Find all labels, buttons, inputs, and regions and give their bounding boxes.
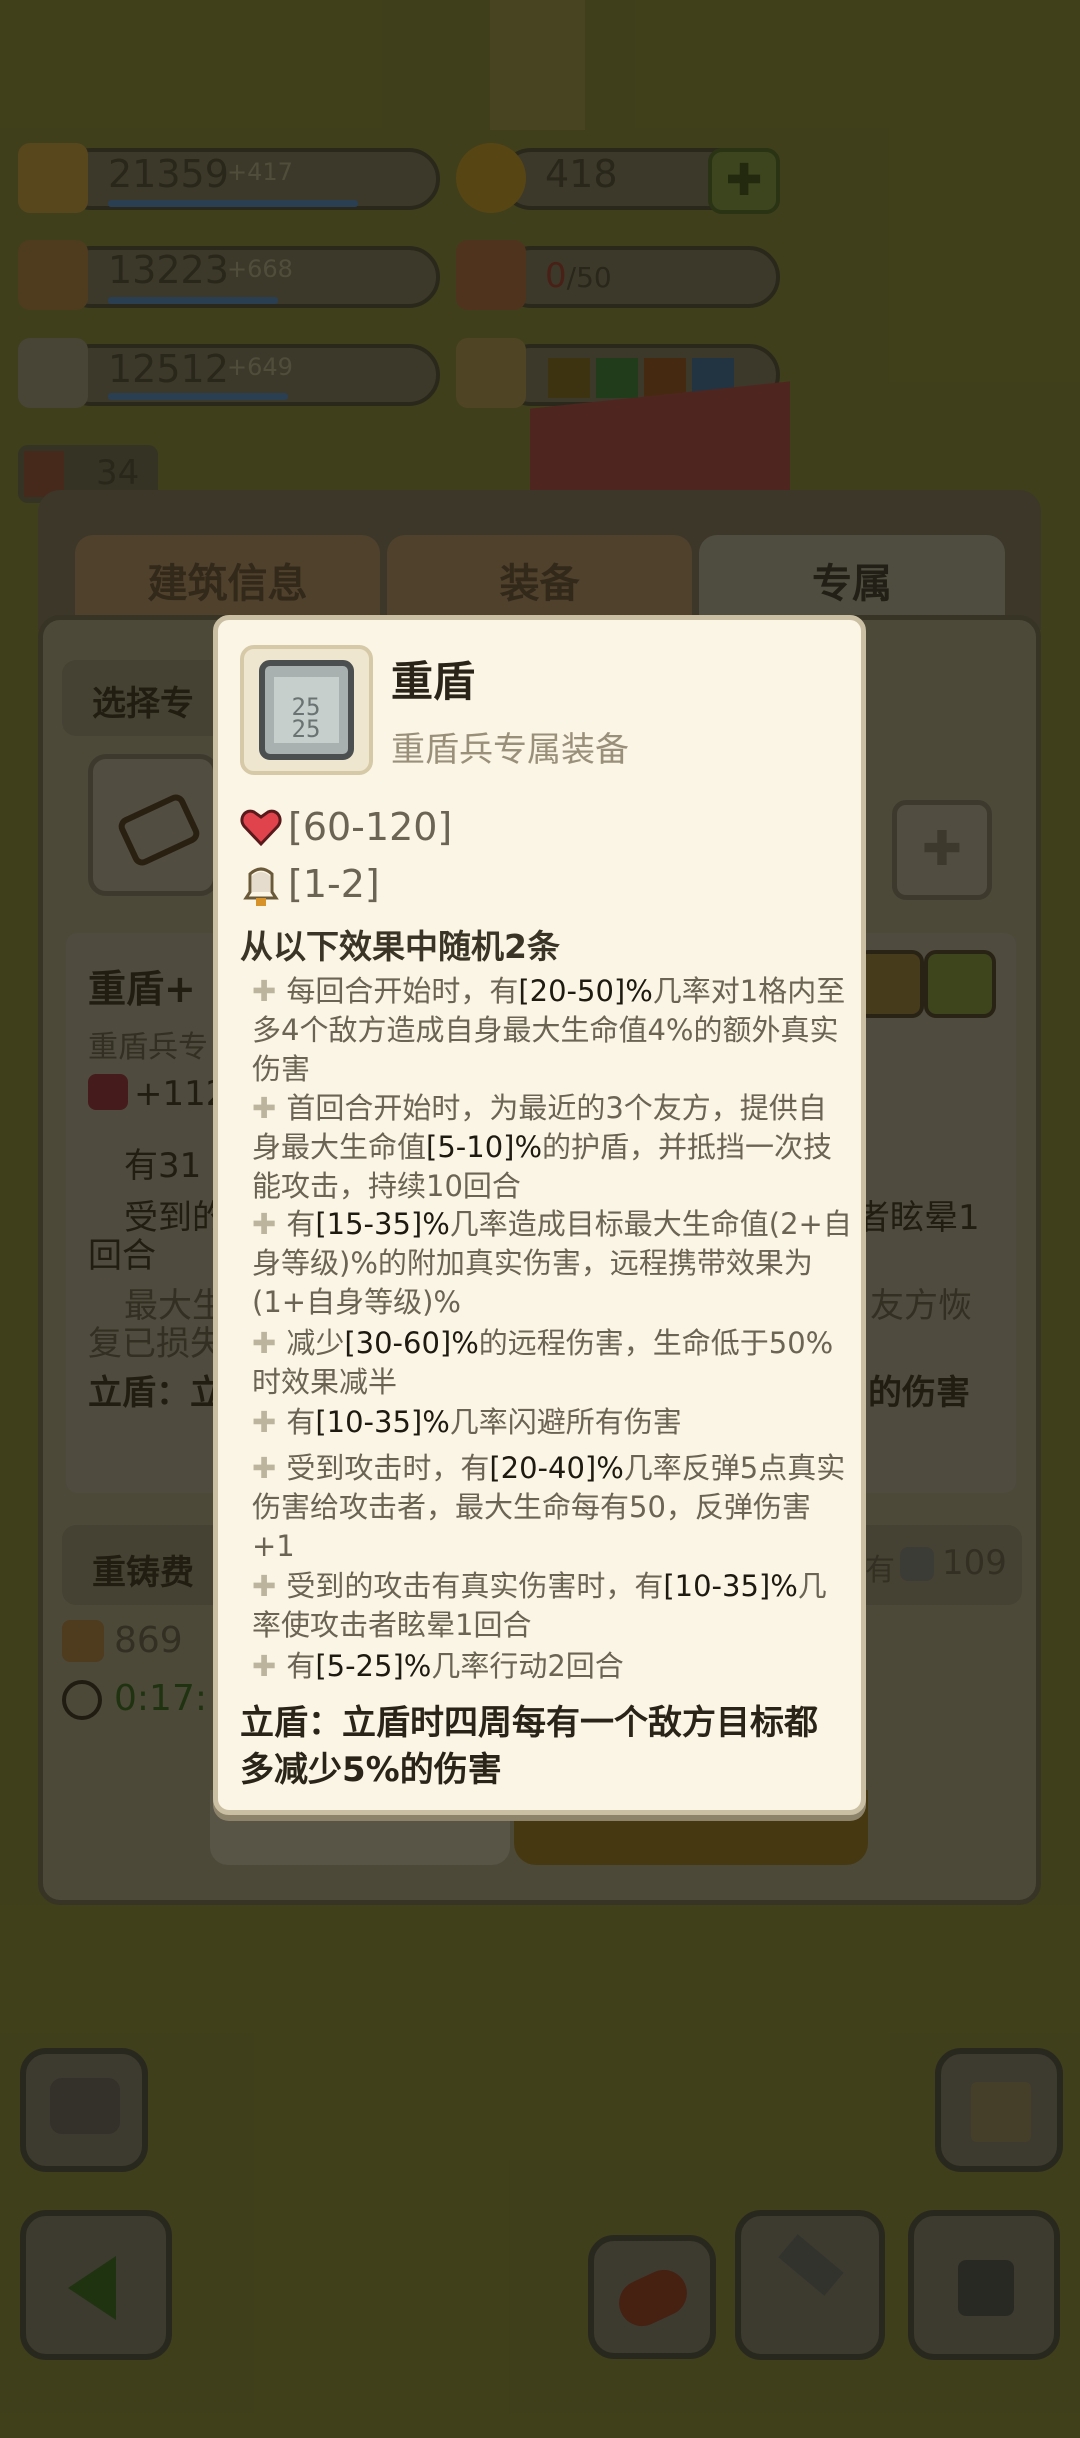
tooltip-footer: 立盾：立盾时四周每有一个敌方目标都多减少5%的伤害 xyxy=(240,1703,818,1790)
effect-item: ✚ 有[10-35]%几率闪避所有伤害 xyxy=(252,1405,682,1439)
item-icon-frame: 25 25 xyxy=(240,645,373,775)
effect-item: ✚ 有[15-35]%几率造成目标最大生命值(2+自身等级)%的附加真实伤害，远程… xyxy=(252,1207,852,1319)
effect-item: ✚ 减少[30-60]%的远程伤害，生命低于50%时效果减半 xyxy=(252,1326,834,1399)
tooltip-subtitle: 重盾兵专属装备 xyxy=(391,730,629,770)
heart-icon xyxy=(240,809,282,847)
effect-item: ✚ 每回合开始时，有[20-50]%几率对1格内至多4个敌方造成自身最大生命值4%… xyxy=(252,974,846,1086)
effect-item: ✚ 受到攻击时，有[20-40]%几率反弹5点真实伤害给攻击者，最大生命每有50，… xyxy=(252,1451,846,1563)
effect-item: ✚ 有[5-25]%几率行动2回合 xyxy=(252,1649,624,1683)
effects-header: 从以下效果中随机2条 xyxy=(240,927,560,966)
effect-item: ✚ 首回合开始时，为最近的3个友方，提供自身最大生命值[5-10]%的护盾，并抵挡… xyxy=(252,1091,833,1203)
svg-text:25: 25 xyxy=(292,715,321,743)
shield-icon: 25 25 xyxy=(259,660,354,760)
effect-item: ✚ 受到的攻击有真实伤害时，有[10-35]%几率使攻击者眩晕1回合 xyxy=(252,1569,827,1642)
bell-icon xyxy=(243,867,279,906)
tooltip-title: 重盾 xyxy=(391,657,476,706)
